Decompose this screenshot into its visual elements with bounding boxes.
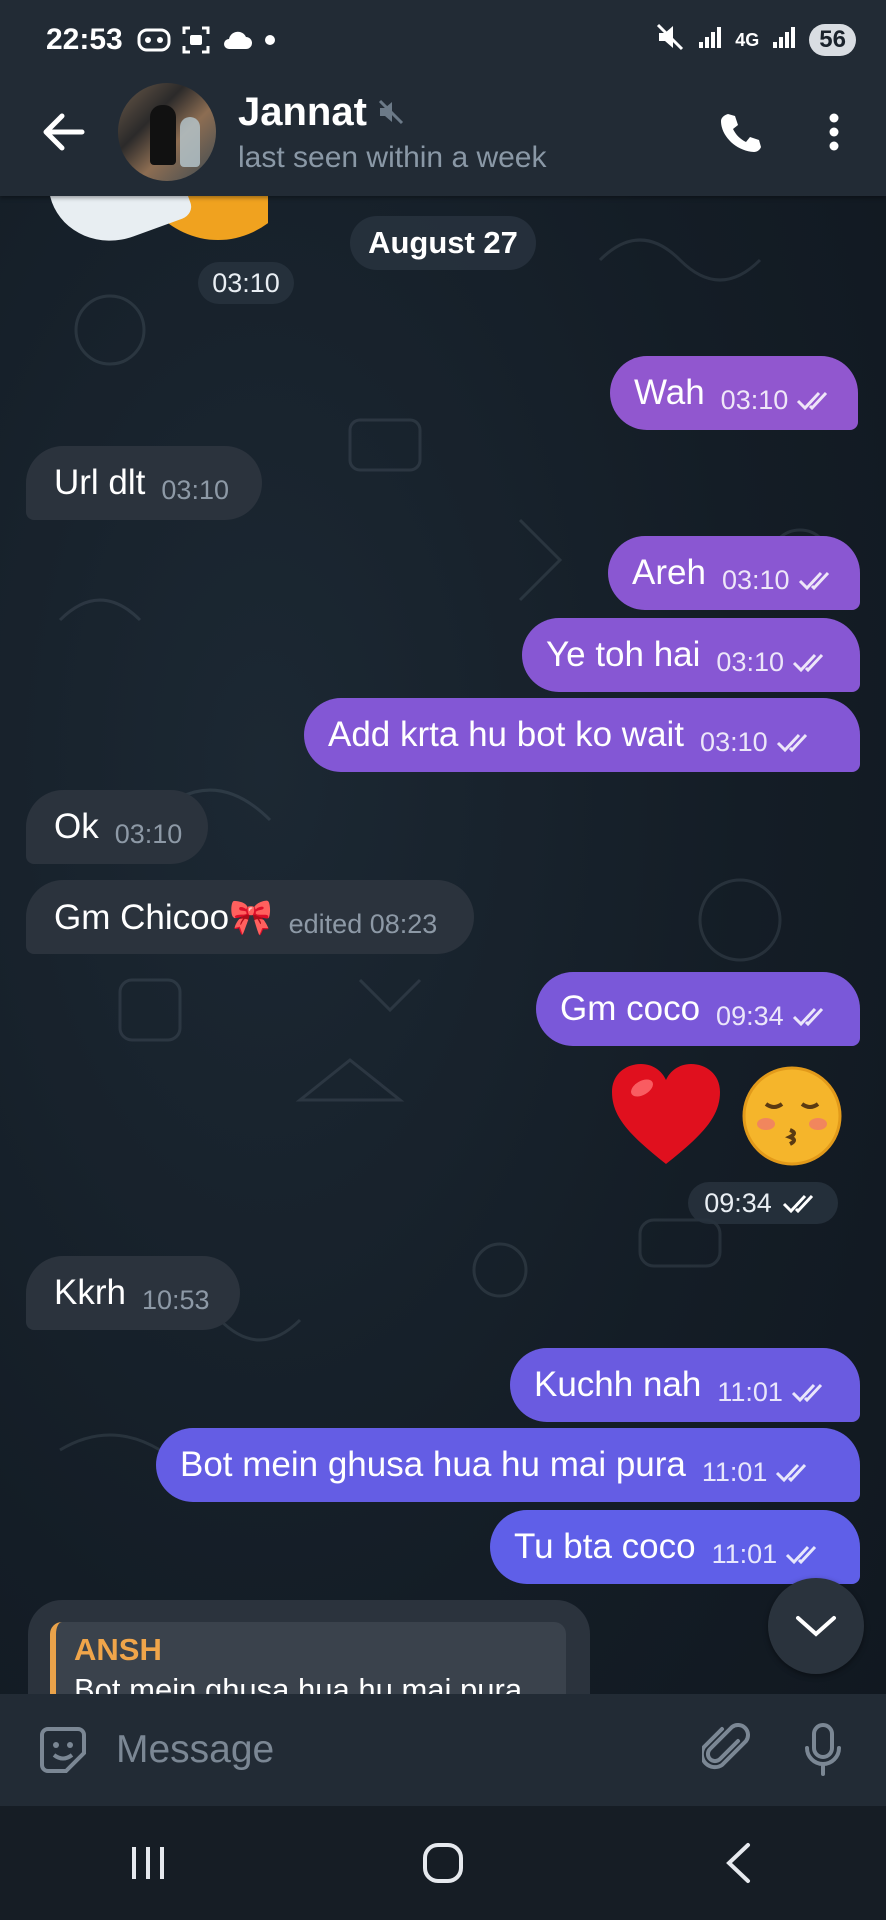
message-text: Wah — [634, 373, 705, 412]
contact-name: Jannat — [238, 89, 367, 134]
double-check-icon — [791, 1383, 823, 1403]
double-check-icon — [776, 733, 807, 753]
microphone-icon — [805, 1723, 841, 1776]
voice-message-button[interactable] — [788, 1715, 858, 1785]
message-text: Url dlt — [54, 463, 146, 502]
sticker-time: 03:10 — [198, 262, 294, 304]
message-time: 03:10 — [161, 474, 229, 505]
heart-emoji — [612, 1064, 720, 1164]
emoji-message-time: 09:34 — [688, 1182, 838, 1224]
message-time: 11:01 — [711, 1538, 778, 1569]
scroll-to-bottom-button[interactable] — [768, 1578, 864, 1674]
sticker-time-text: 03:10 — [212, 267, 280, 298]
message-bubble-in[interactable]: Url dlt 03:10 — [26, 446, 262, 520]
call-button[interactable] — [708, 100, 772, 164]
sticker-smile-icon — [40, 1727, 86, 1773]
back-nav-button[interactable] — [693, 1818, 783, 1908]
message-time: 03:10 — [716, 646, 784, 677]
message-time: 03:10 — [114, 818, 183, 849]
message-time: 10:53 — [141, 1284, 210, 1315]
message-bubble-out[interactable]: Ye toh hai 03:10 — [522, 618, 860, 692]
message-input[interactable]: Message — [116, 1728, 692, 1772]
arrow-left-icon — [43, 113, 85, 151]
contact-status: last seen within a week — [238, 140, 547, 174]
message-bubble-out[interactable]: Gm coco 09:34 — [536, 972, 860, 1046]
message-text: Bot mein ghusa hua hu mai pura — [180, 1445, 686, 1484]
more-options-button[interactable] — [802, 100, 866, 164]
message-bubble-out[interactable]: Bot mein ghusa hua hu mai pura 11:01 — [156, 1428, 860, 1502]
double-check-icon — [798, 571, 829, 591]
message-bubble-in[interactable]: Ok 03:10 — [26, 790, 208, 864]
message-bubble-out[interactable]: Areh 03:10 — [608, 536, 860, 610]
more-vertical-icon — [829, 113, 839, 151]
attach-button[interactable] — [692, 1715, 762, 1785]
battery-indicator: 56 — [809, 24, 856, 56]
back-button[interactable] — [32, 100, 96, 164]
emoji-message[interactable] — [600, 1056, 860, 1174]
kissing-face-emoji — [742, 1066, 842, 1166]
emoji-button[interactable] — [28, 1715, 98, 1785]
message-bubble-in[interactable]: Kkrh 10:53 — [26, 1256, 240, 1330]
double-check-icon — [776, 1463, 807, 1483]
date-separator: August 27 — [350, 216, 536, 270]
double-check-icon — [786, 1545, 817, 1565]
message-text: Gm coco — [560, 989, 701, 1028]
recent-apps-button[interactable] — [103, 1818, 193, 1908]
home-icon — [422, 1843, 463, 1883]
cloud-icon — [221, 29, 253, 51]
home-button[interactable] — [398, 1818, 488, 1908]
chat-title[interactable]: Jannat last seen within a week — [238, 90, 547, 175]
message-bubble-out[interactable]: Tu bta coco 11:01 — [490, 1510, 860, 1584]
message-text: Kuchh nah — [534, 1365, 702, 1404]
double-check-icon — [792, 1007, 823, 1027]
message-time: edited 08:23 — [288, 908, 438, 939]
message-bubble-out[interactable]: Kuchh nah 11:01 — [510, 1348, 860, 1422]
mute-icon — [655, 22, 685, 58]
chevron-down-icon — [796, 1616, 836, 1637]
system-navigation-bar — [0, 1806, 886, 1920]
notification-dot-icon — [263, 33, 277, 47]
signal-icon — [697, 24, 723, 56]
reply-author: ANSH — [74, 1632, 162, 1667]
message-time: 09:34 — [704, 1187, 772, 1218]
avatar[interactable] — [118, 83, 216, 181]
message-time: 03:10 — [700, 726, 768, 757]
top-bar: 22:53 4G 56 Jannat last seen within a we… — [0, 0, 886, 196]
status-bar: 22:53 4G 56 — [46, 18, 856, 62]
reply-quote[interactable]: ANSH Bot mein ghusa hua hu mai pura — [50, 1622, 566, 1700]
network-type: 4G — [735, 29, 760, 50]
message-composer: Message — [0, 1694, 886, 1806]
message-bubble-out[interactable]: Add krta hu bot ko wait 03:10 — [304, 698, 860, 772]
double-check-icon — [782, 1194, 813, 1214]
phone-icon — [721, 114, 761, 152]
message-bubble-out[interactable]: Wah 03:10 — [610, 356, 858, 430]
screenshot-icon — [181, 25, 211, 55]
message-text: Kkrh — [54, 1273, 126, 1312]
double-check-icon — [797, 391, 828, 411]
message-text: Areh — [632, 553, 706, 592]
chat-header: Jannat last seen within a week — [0, 82, 886, 182]
recent-apps-icon — [131, 1847, 164, 1879]
double-check-icon — [792, 653, 824, 673]
message-bubble-in[interactable]: Gm Chicoo🎀 edited 08:23 — [26, 880, 474, 954]
message-time: 09:34 — [716, 1000, 784, 1031]
message-time: 03:10 — [720, 384, 789, 415]
message-text: Add krta hu bot ko wait — [328, 715, 685, 754]
message-text: Ye toh hai — [546, 635, 701, 674]
message-text: Gm Chicoo🎀 — [54, 897, 273, 937]
message-time: 11:01 — [717, 1376, 783, 1407]
chevron-left-icon — [726, 1843, 751, 1883]
paperclip-icon — [702, 1723, 750, 1770]
status-time: 22:53 — [46, 23, 123, 56]
message-bubble-in-with-reply[interactable]: ANSH Bot mein ghusa hua hu mai pura — [28, 1600, 590, 1700]
message-time: 03:10 — [721, 564, 790, 595]
game-controller-icon — [137, 27, 171, 53]
message-text: Tu bta coco — [514, 1527, 696, 1566]
signal-icon — [771, 24, 797, 56]
message-text: Ok — [54, 807, 99, 846]
message-time: 11:01 — [701, 1456, 768, 1487]
muted-icon — [378, 99, 403, 125]
